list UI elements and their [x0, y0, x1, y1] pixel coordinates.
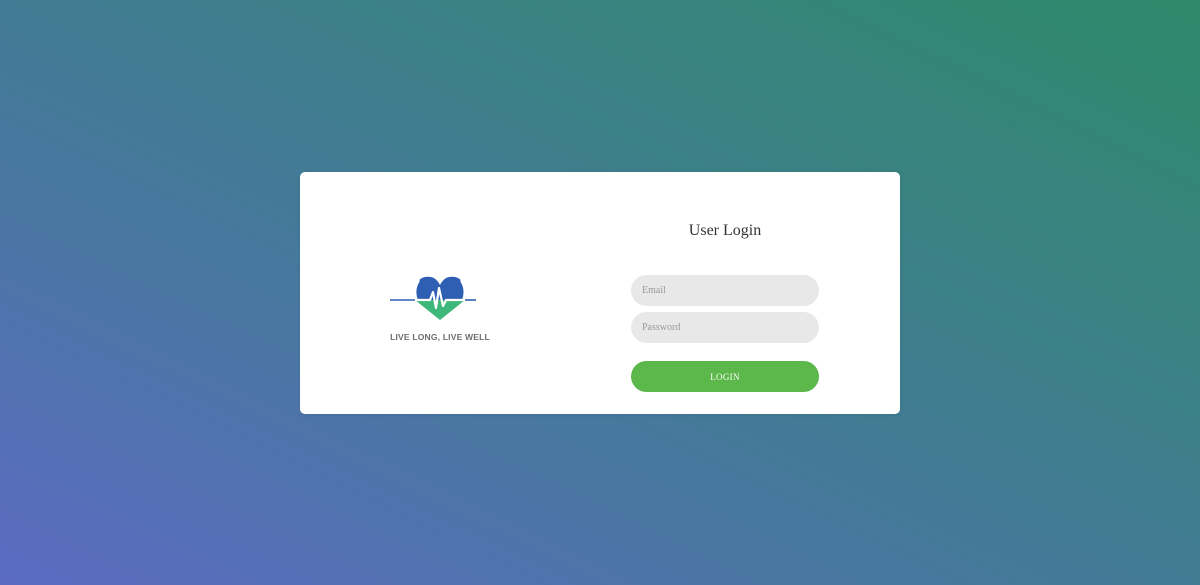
login-button[interactable]: LOGIN — [631, 361, 819, 392]
login-card: LIVE LONG, LIVE WELL User Login LOGIN — [300, 172, 900, 414]
brand-tagline: LIVE LONG, LIVE WELL — [390, 332, 490, 342]
email-input[interactable] — [631, 275, 819, 306]
password-input[interactable] — [631, 312, 819, 343]
brand-logo: LIVE LONG, LIVE WELL — [380, 276, 500, 346]
login-title: User Login — [688, 222, 762, 239]
heart-pulse-icon — [390, 276, 476, 320]
